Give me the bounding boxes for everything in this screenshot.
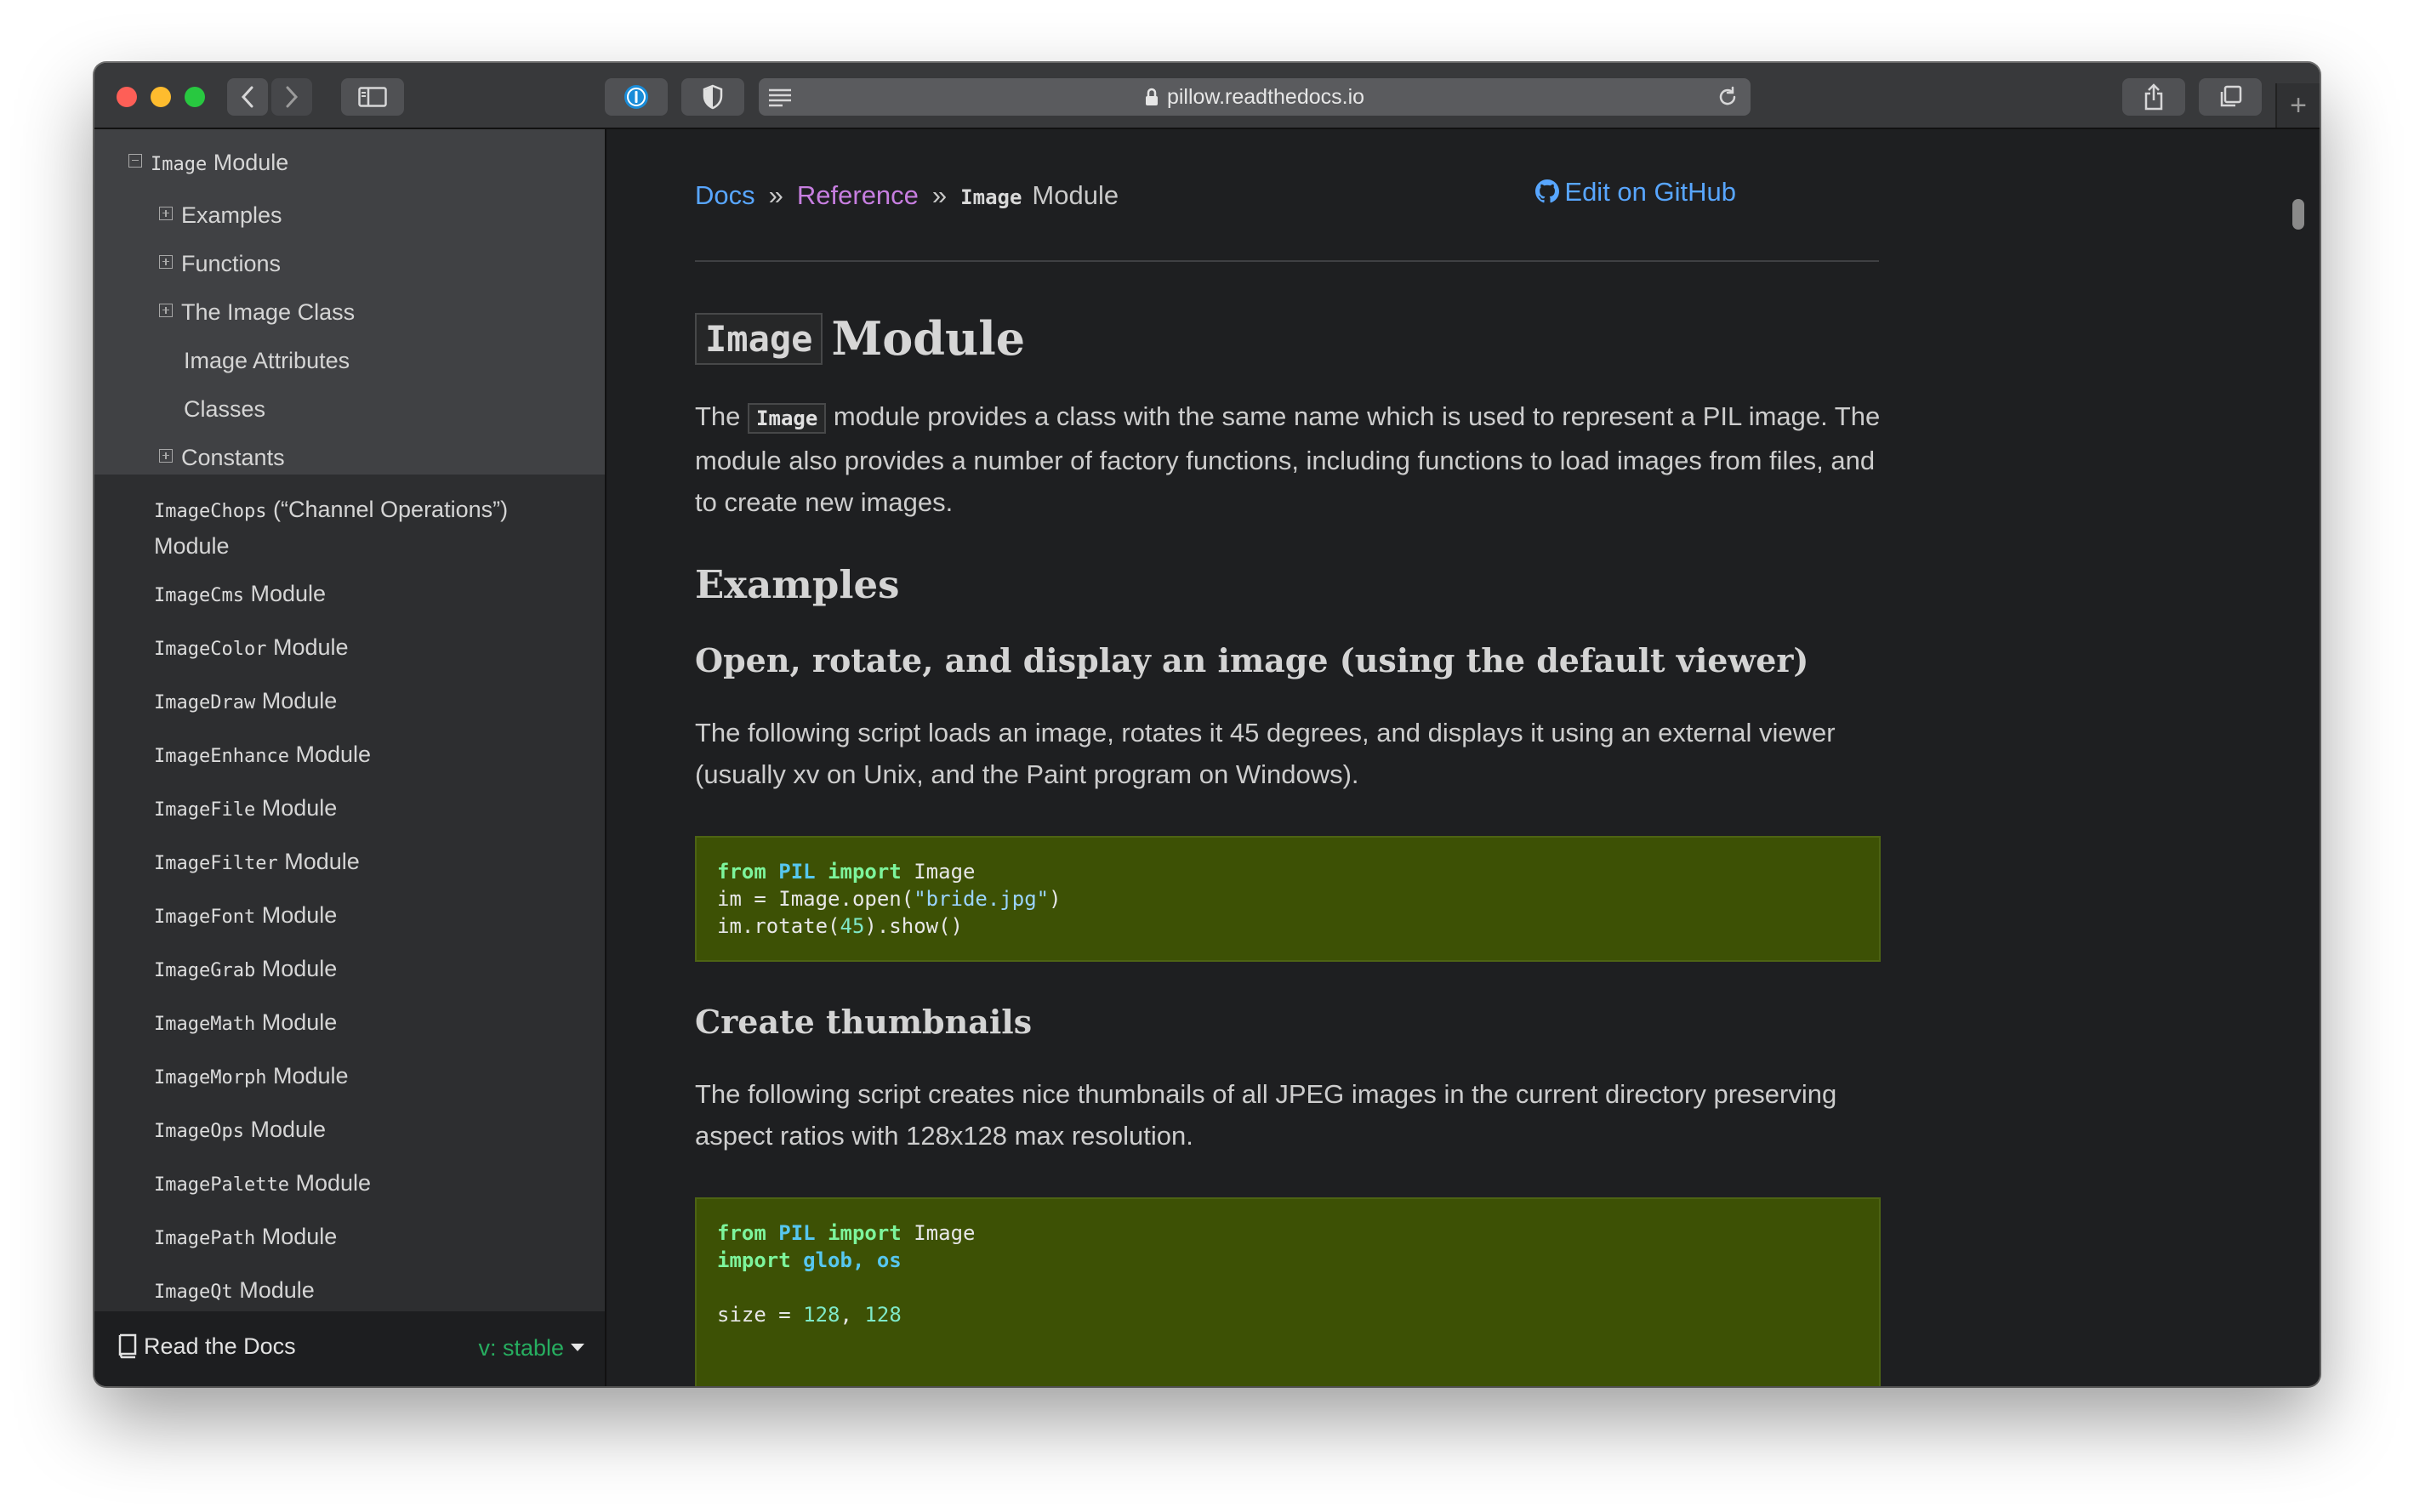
url-text: pillow.readthedocs.io [1166, 84, 1365, 109]
chevron-left-icon [241, 86, 253, 108]
back-button[interactable] [227, 78, 268, 116]
sidebar-item-imageops[interactable]: ImageOps Module [154, 1113, 326, 1148]
docs-sidebar: Image Module Examples Functions The Imag… [94, 129, 606, 1386]
sidebar-item-imagecolor[interactable]: ImageColor Module [154, 631, 349, 666]
sidebar-item-classes[interactable]: Classes [184, 393, 265, 425]
breadcrumb-separator: » [768, 180, 783, 210]
scrollbar-thumb[interactable] [2292, 199, 2304, 230]
sidebar-item-imageenhance[interactable]: ImageEnhance Module [154, 738, 371, 773]
sidebar-item-imagefilter[interactable]: ImageFilter Module [154, 845, 360, 880]
breadcrumb-divider [695, 260, 1879, 262]
shield-icon [703, 84, 723, 110]
maximize-window-button[interactable] [185, 87, 205, 107]
sidebar-item-imagechops[interactable]: ImageChops (“Channel Operations”) Module [154, 492, 508, 563]
tabs-icon [2220, 85, 2242, 107]
reader-mode-icon[interactable] [767, 87, 793, 107]
intro-paragraph: The Image module provides a class with t… [695, 401, 1881, 517]
caret-down-icon [571, 1344, 584, 1352]
collapse-icon[interactable] [128, 153, 142, 168]
main-content: Docs» Reference» Image Module Edit on GitHu… [606, 129, 2277, 1386]
chevron-right-icon [286, 86, 299, 108]
close-window-button[interactable] [117, 87, 137, 107]
password-manager-button[interactable] [605, 78, 668, 116]
scrollbar[interactable] [2279, 129, 2320, 1386]
expand-icon[interactable] [159, 448, 173, 463]
sidebar-item-imagegrab[interactable]: ImageGrab Module [154, 952, 337, 987]
breadcrumb-current-label: Module [1032, 180, 1119, 210]
onepassword-icon [624, 85, 648, 109]
sidebar-item-imagemorph[interactable]: ImageMorph Module [154, 1060, 349, 1094]
sidebar-item-constants[interactable]: Constants [159, 441, 285, 474]
sidebar-item-imagepalette[interactable]: ImagePalette Module [154, 1167, 371, 1202]
lock-icon [1145, 88, 1158, 105]
address-bar[interactable]: pillow.readthedocs.io [759, 78, 1751, 116]
browser-window: pillow.readthedocs.io + Image Module Exa… [94, 63, 2320, 1386]
code-block-rotate: from PIL import Image im = Image.open("b… [695, 836, 1881, 962]
sidebar-item-functions[interactable]: Functions [159, 247, 281, 280]
article-body: Image Module The Image module provides a … [695, 306, 1881, 1386]
expand-icon[interactable] [159, 303, 173, 317]
examples-heading: Examples [695, 562, 900, 607]
plus-icon: + [2290, 88, 2307, 122]
breadcrumb-current-code: Image [960, 185, 1022, 209]
example-rotate-heading: Open, rotate, and display an image (usin… [695, 641, 1809, 679]
sidebar-item-imagemath[interactable]: ImageMath Module [154, 1006, 337, 1041]
breadcrumb-docs-link[interactable]: Docs [695, 180, 755, 210]
rtd-version-footer[interactable]: Read the Docs v: stable [94, 1311, 605, 1386]
rtd-label: Read the Docs [144, 1333, 296, 1359]
reload-icon[interactable] [1717, 86, 1739, 108]
edit-on-github-link[interactable]: Edit on GitHub [1535, 177, 1736, 207]
breadcrumb: Docs » Reference » Image Module [695, 180, 1119, 211]
minimize-window-button[interactable] [151, 87, 171, 107]
sidebar-item-imagecms[interactable]: ImageCms Module [154, 577, 326, 612]
breadcrumb-reference-link[interactable]: Reference [797, 180, 919, 210]
forward-button[interactable] [271, 78, 312, 116]
breadcrumb-separator: » [931, 180, 948, 210]
sidebar-item-image-attributes[interactable]: Image Attributes [184, 344, 350, 377]
share-icon [2144, 83, 2163, 111]
sidebar-item-imageqt[interactable]: ImageQt Module [154, 1274, 315, 1309]
thumbnails-heading: Create thumbnails [695, 1003, 1033, 1041]
example-rotate-text: The following script loads an image, rot… [695, 718, 1836, 789]
version-selector[interactable]: v: stable [478, 1335, 584, 1361]
sidebar-item-imagepath[interactable]: ImagePath Module [154, 1220, 337, 1255]
book-icon [118, 1333, 137, 1359]
sidebar-toggle-button[interactable] [341, 78, 404, 116]
code-block-thumbnails: from PIL import Image import glob, os si… [695, 1197, 1881, 1386]
sidebar-item-imagedraw[interactable]: ImageDraw Module [154, 685, 337, 719]
expand-icon[interactable] [159, 254, 173, 269]
sidebar-item-image-class[interactable]: The Image Class [159, 296, 355, 328]
tab-overview-button[interactable] [2199, 78, 2262, 116]
sidebar-item-imagefile[interactable]: ImageFile Module [154, 792, 337, 827]
browser-toolbar: pillow.readthedocs.io + [94, 63, 2320, 129]
thumbnails-text: The following script creates nice thumbn… [695, 1079, 1837, 1151]
privacy-shield-button[interactable] [681, 78, 744, 116]
sidebar-item-imagefont[interactable]: ImageFont Module [154, 899, 337, 934]
github-icon [1535, 179, 1560, 203]
sidebar-item-examples[interactable]: Examples [159, 199, 282, 231]
sidebar-icon [358, 87, 387, 107]
new-tab-button[interactable]: + [2275, 83, 2320, 128]
expand-icon[interactable] [159, 206, 173, 220]
page-title: Image Module [695, 306, 1881, 375]
sidebar-item-image-module[interactable]: Image Module [128, 146, 288, 181]
share-button[interactable] [2122, 78, 2185, 116]
